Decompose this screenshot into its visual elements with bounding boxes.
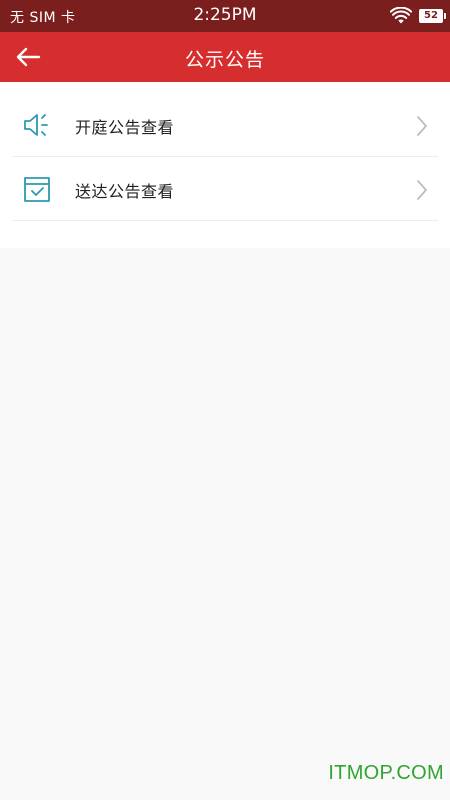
menu-item-label: 送达公告查看 bbox=[75, 182, 175, 201]
clock: 2:25PM bbox=[193, 5, 257, 25]
app-header: 公示公告 bbox=[0, 32, 450, 82]
menu-list: 开庭公告查看 送达公告查看 bbox=[0, 82, 450, 248]
menu-item-label: 开庭公告查看 bbox=[75, 118, 175, 137]
menu-item-service-notice[interactable]: 送达公告查看 bbox=[12, 158, 438, 221]
watermark-text: ITMOP.COM bbox=[328, 762, 444, 784]
page-title: 公示公告 bbox=[184, 49, 265, 71]
wifi-icon bbox=[390, 7, 412, 24]
battery-icon: 52 bbox=[419, 9, 446, 23]
delivery-box-icon bbox=[24, 177, 50, 202]
speaker-icon bbox=[24, 114, 48, 136]
status-bar: 无 SIM 卡 2:25PM 52 bbox=[0, 0, 450, 32]
chevron-right-icon bbox=[417, 116, 427, 136]
menu-item-court-hearing-notice[interactable]: 开庭公告查看 bbox=[12, 94, 438, 157]
chevron-right-icon bbox=[417, 180, 427, 200]
